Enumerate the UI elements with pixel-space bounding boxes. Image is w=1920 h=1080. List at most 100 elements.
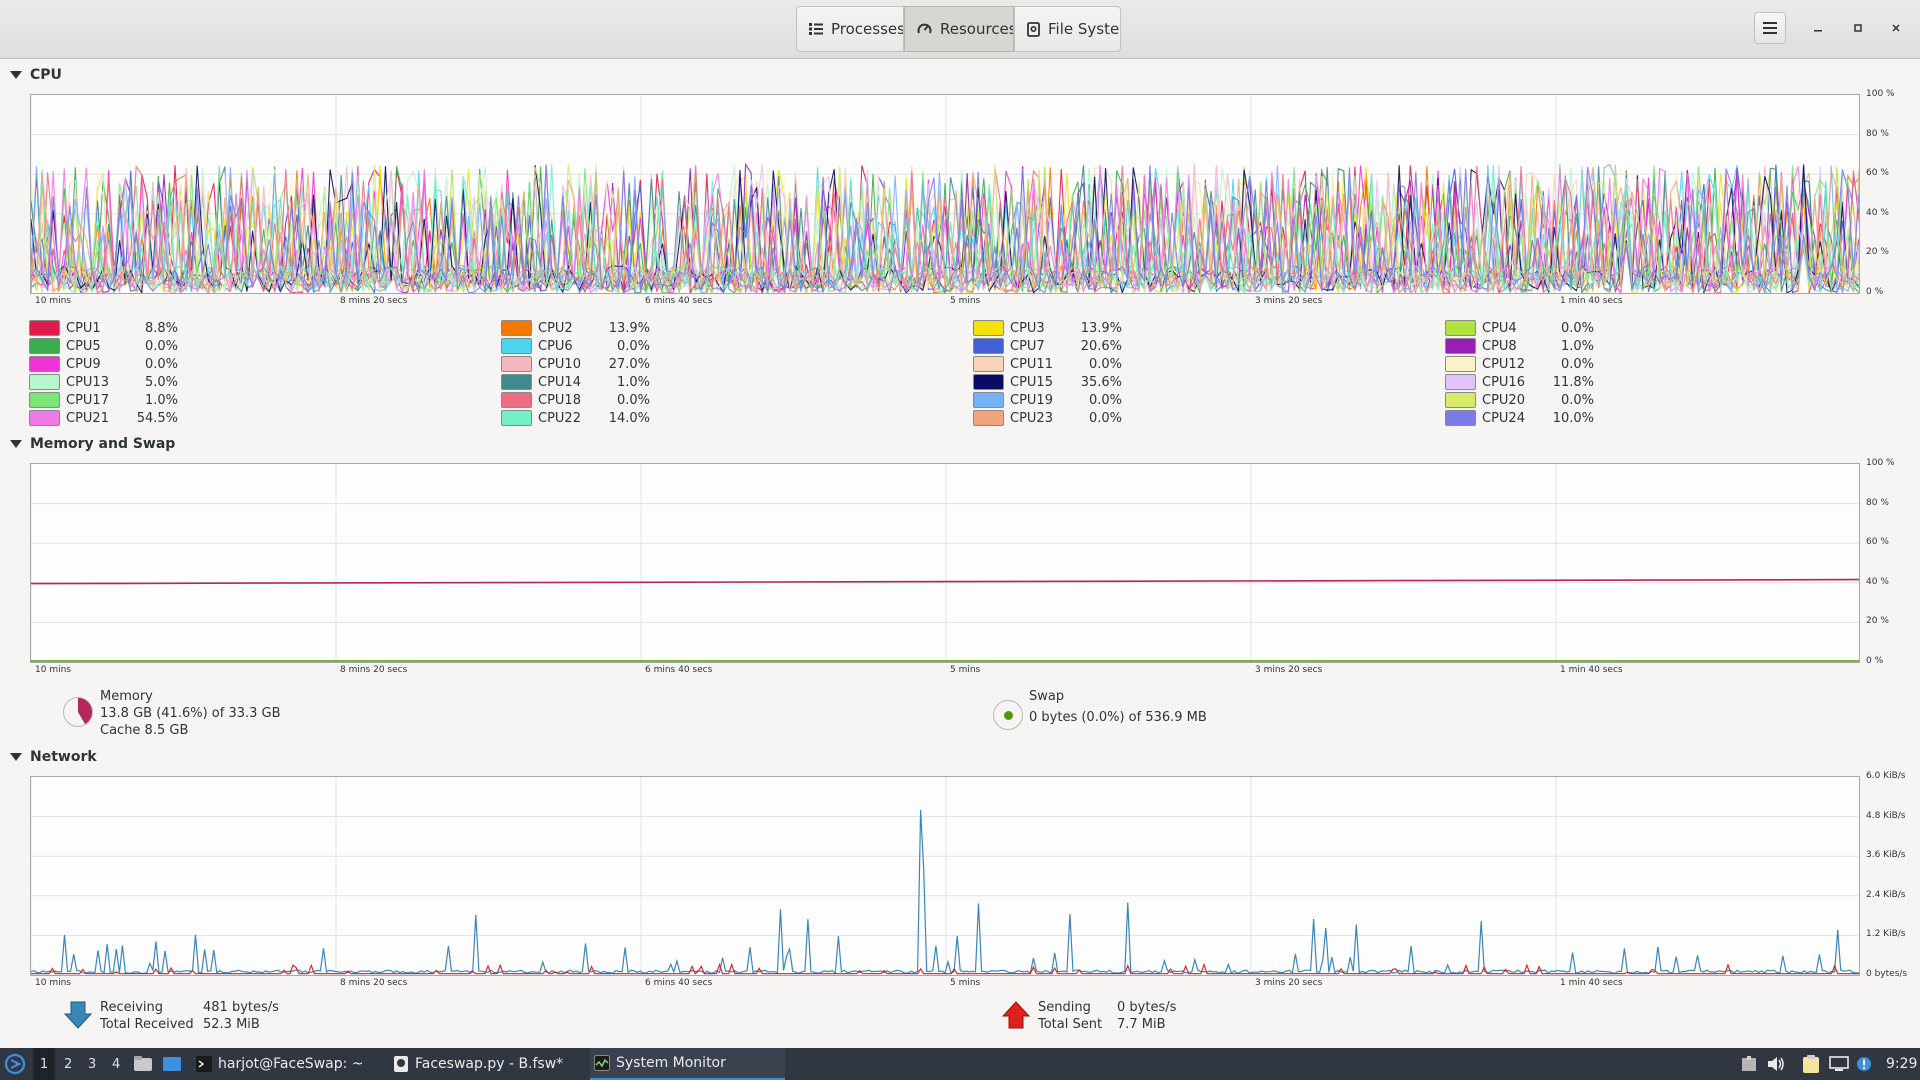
- cpu-legend-item: CPU18 0.0%: [501, 391, 650, 409]
- tab-processes[interactable]: Processes: [796, 6, 904, 52]
- network-plot: [31, 777, 1859, 975]
- cpu-legend-item: CPU8 1.0%: [1445, 337, 1594, 355]
- close-button[interactable]: [1884, 16, 1908, 40]
- cpu-color-swatch[interactable]: [973, 356, 1004, 372]
- x-tick-label: 6 mins 40 secs: [645, 978, 713, 988]
- cpu-color-swatch[interactable]: [501, 410, 532, 426]
- cpu-name: CPU5: [66, 338, 101, 354]
- cpu-legend-item: CPU21 54.5%: [29, 409, 178, 427]
- x-tick-label: 3 mins 20 secs: [1255, 978, 1323, 988]
- workspace-3[interactable]: 3: [88, 1048, 96, 1080]
- tab-file-systems-label: File Systems: [1048, 20, 1120, 38]
- cpu-color-swatch[interactable]: [1445, 356, 1476, 372]
- cpu-color-swatch[interactable]: [501, 338, 532, 354]
- total-sent-label: Total Sent: [1038, 1017, 1103, 1032]
- cpu-color-swatch[interactable]: [1445, 374, 1476, 390]
- cpu-name: CPU19: [1010, 392, 1053, 408]
- cpu-legend: CPU1 8.8% CPU2 13.9% CPU3 13.9% CPU4 0.0% CPU5 0.…: [29, 319, 1909, 427]
- receiving-summary: Receiving 481 bytes/s Total Received 52.3 …: [100, 999, 279, 1033]
- tray-volume[interactable]: [1767, 1048, 1785, 1080]
- memory-history-graph: [30, 463, 1860, 663]
- cpu-name: CPU15: [1010, 374, 1053, 390]
- cpu-color-swatch[interactable]: [501, 374, 532, 390]
- cpu-name: CPU24: [1482, 410, 1525, 426]
- app-menu-button[interactable]: [4, 1048, 26, 1080]
- cpu-color-swatch[interactable]: [501, 320, 532, 336]
- cpu-legend-item: CPU1 8.8%: [29, 319, 178, 337]
- tray-updates[interactable]: [1741, 1048, 1757, 1080]
- y-tick-label: 40 %: [1866, 207, 1889, 218]
- tray-clipboard[interactable]: [1802, 1048, 1820, 1080]
- expander-icon: [10, 753, 22, 761]
- screen-icon: [1829, 1056, 1849, 1071]
- cpu-legend-item: CPU17 1.0%: [29, 391, 178, 409]
- sending-summary: Sending 0 bytes/s Total Sent 7.7 MiB: [1038, 999, 1176, 1033]
- maximize-button[interactable]: [1846, 16, 1870, 40]
- file-manager-launcher[interactable]: [133, 1048, 153, 1080]
- x-tick-label: 3 mins 20 secs: [1255, 665, 1323, 675]
- desktop-launcher[interactable]: [162, 1048, 182, 1080]
- cpu-color-swatch[interactable]: [973, 338, 1004, 354]
- y-tick-label: 0 %: [1866, 656, 1884, 666]
- cpu-color-swatch[interactable]: [973, 320, 1004, 336]
- cpu-legend-item: CPU19 0.0%: [973, 391, 1122, 409]
- network-history-graph: [30, 776, 1860, 976]
- cpu-color-swatch[interactable]: [29, 356, 60, 372]
- cpu-color-swatch[interactable]: [29, 338, 60, 354]
- cpu-color-swatch[interactable]: [29, 320, 60, 336]
- y-tick-label: 100 %: [1866, 458, 1895, 468]
- cpu-usage-value: 20.6%: [1080, 338, 1122, 354]
- memory-section-header[interactable]: Memory and Swap: [10, 436, 175, 452]
- tray-display[interactable]: [1829, 1048, 1849, 1080]
- cpu-color-swatch[interactable]: [1445, 320, 1476, 336]
- cpu-color-swatch[interactable]: [29, 410, 60, 426]
- taskbar-window-system-monitor[interactable]: System Monitor: [590, 1048, 785, 1080]
- tray-notifications[interactable]: [1856, 1048, 1872, 1080]
- upload-arrow-icon[interactable]: [1001, 1000, 1031, 1030]
- cpu-name: CPU9: [66, 356, 101, 372]
- swap-pie-icon[interactable]: [993, 700, 1023, 730]
- cpu-color-swatch[interactable]: [1445, 410, 1476, 426]
- cpu-color-swatch[interactable]: [973, 410, 1004, 426]
- x-tick-label: 6 mins 40 secs: [645, 665, 713, 675]
- header-bar: Processes Resources File Systems: [0, 0, 1920, 59]
- memory-pie-icon[interactable]: [63, 697, 93, 727]
- tab-file-systems[interactable]: File Systems: [1014, 6, 1121, 52]
- cpu-name: CPU12: [1482, 356, 1525, 372]
- cpu-color-swatch[interactable]: [1445, 392, 1476, 408]
- x-tick-label: 1 min 40 secs: [1560, 296, 1623, 306]
- cpu-color-swatch[interactable]: [29, 392, 60, 408]
- minimize-button[interactable]: [1806, 16, 1830, 40]
- main-menu-button[interactable]: [1754, 12, 1786, 44]
- taskbar-window-terminal[interactable]: harjot@FaceSwap: ~: [196, 1048, 364, 1080]
- cpu-usage-value: 11.8%: [1552, 374, 1594, 390]
- workspace-4[interactable]: 4: [112, 1048, 120, 1080]
- cpu-usage-value: 1.0%: [144, 392, 178, 408]
- workspace-1[interactable]: 1: [33, 1048, 55, 1080]
- total-received-value: 52.3 MiB: [203, 1017, 260, 1032]
- cpu-color-swatch[interactable]: [1445, 338, 1476, 354]
- x-tick-label: 8 mins 20 secs: [340, 665, 408, 675]
- maximize-icon: [1854, 24, 1862, 32]
- y-tick-label: 100 %: [1866, 89, 1895, 99]
- cpu-color-swatch[interactable]: [29, 374, 60, 390]
- cpu-color-swatch[interactable]: [501, 356, 532, 372]
- download-arrow-icon[interactable]: [63, 1000, 93, 1030]
- tab-resources[interactable]: Resources: [904, 6, 1014, 52]
- taskbar: 1 2 3 4 harjot@FaceSwap: ~ Faceswap.py -…: [0, 1048, 1920, 1080]
- memory-usage: 13.8 GB (41.6%) of 33.3 GB: [100, 706, 281, 721]
- list-icon: [809, 23, 823, 35]
- cpu-usage-value: 0.0%: [1088, 392, 1122, 408]
- folder-icon: [134, 1056, 152, 1071]
- clock[interactable]: 9:29: [1886, 1048, 1917, 1080]
- taskbar-window-faceswap[interactable]: Faceswap.py - B.fsw*: [393, 1048, 563, 1080]
- y-tick-label: 1.2 KiB/s: [1866, 929, 1906, 940]
- cpu-legend-item: CPU12 0.0%: [1445, 355, 1594, 373]
- memory-label: Memory: [100, 689, 153, 704]
- workspace-2[interactable]: 2: [64, 1048, 72, 1080]
- cpu-section-header[interactable]: CPU: [10, 67, 62, 83]
- cpu-color-swatch[interactable]: [973, 392, 1004, 408]
- network-section-header[interactable]: Network: [10, 749, 97, 765]
- cpu-color-swatch[interactable]: [973, 374, 1004, 390]
- cpu-color-swatch[interactable]: [501, 392, 532, 408]
